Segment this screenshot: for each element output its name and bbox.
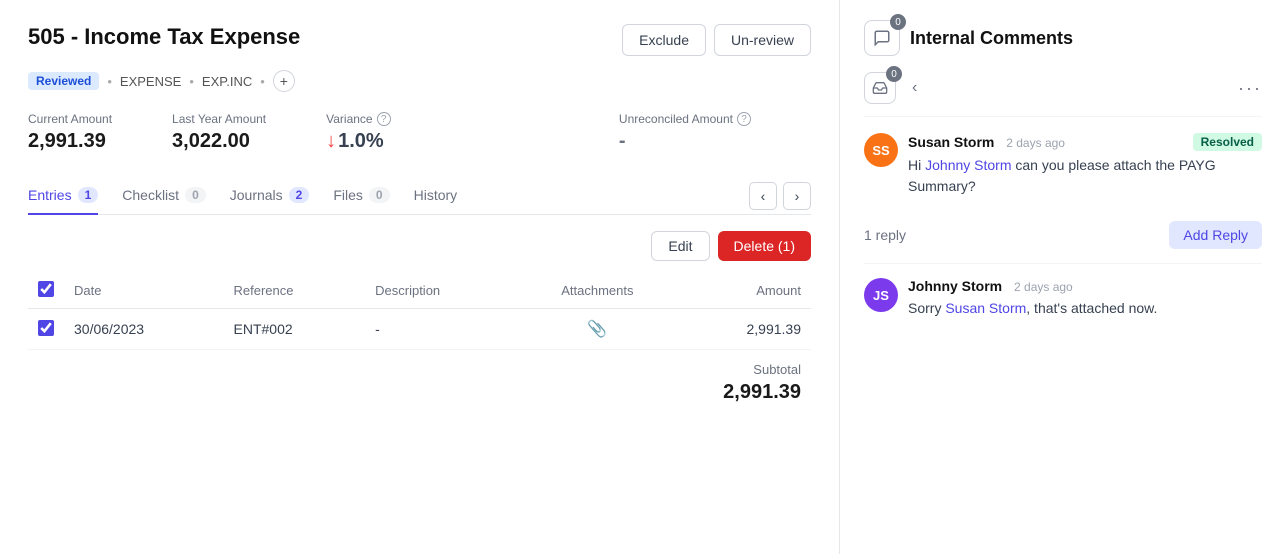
reply-count: 1 reply (864, 227, 906, 243)
comment-author-johnny: Johnny Storm (908, 278, 1002, 294)
tab-prev-button[interactable]: ‹ (749, 182, 777, 210)
date-col-header: Date (64, 273, 224, 309)
variance-value: 1.0% (338, 130, 384, 152)
divider (864, 263, 1262, 264)
stat-variance: Variance ? ↓1.0% (326, 112, 390, 153)
add-reply-button[interactable]: Add Reply (1169, 221, 1262, 249)
comment-body-primary: Susan Storm 2 days ago Resolved Hi Johnn… (908, 133, 1262, 197)
tabs-row: Entries 1 Checklist 0 Journals 2 Files 0… (28, 177, 811, 215)
inbox-icon-wrap: 0 (864, 72, 896, 104)
variance-info-icon: ? (377, 112, 391, 126)
stat-current-amount: Current Amount 2,991.39 (28, 112, 112, 153)
more-menu-button[interactable]: ··· (1238, 78, 1262, 99)
current-amount-value: 2,991.39 (28, 130, 112, 153)
stats-row: Current Amount 2,991.39 Last Year Amount… (28, 112, 811, 153)
avatar-johnny: JS (864, 278, 898, 312)
header-actions: Exclude Un-review (622, 24, 811, 56)
subtotal-value: 2,991.39 (723, 381, 801, 404)
tab-checklist[interactable]: Checklist 0 (122, 177, 205, 215)
reply-row: 1 reply Add Reply (864, 211, 1262, 263)
comment-text-primary: Hi Johnny Storm can you please attach th… (908, 155, 1262, 197)
meta-row: Reviewed • EXPENSE • EXP.INC • + (28, 70, 811, 92)
subtotal-section: Subtotal 2,991.39 (28, 350, 811, 404)
table-actions: Edit Delete (1) (28, 215, 811, 273)
tab-next-button[interactable]: › (783, 182, 811, 210)
comments-header: 0 Internal Comments (864, 20, 1262, 56)
tab-journals[interactable]: Journals 2 (230, 177, 310, 215)
last-year-label: Last Year Amount (172, 112, 266, 126)
subtotal-label: Subtotal (723, 362, 801, 377)
comment-author-susan: Susan Storm (908, 134, 994, 150)
internal-comments-title: Internal Comments (910, 28, 1073, 49)
tab-entries[interactable]: Entries 1 (28, 177, 98, 215)
edit-button[interactable]: Edit (651, 231, 709, 261)
exclude-button[interactable]: Exclude (622, 24, 706, 56)
comment-time-johnny: 2 days ago (1014, 280, 1073, 294)
current-amount-label: Current Amount (28, 112, 112, 126)
tab-files[interactable]: Files 0 (333, 177, 389, 215)
select-all-header (28, 273, 64, 309)
row-date: 30/06/2023 (64, 309, 224, 350)
description-col-header: Description (365, 273, 516, 309)
row-checkbox[interactable] (38, 320, 54, 336)
comment-text-reply: Sorry Susan Storm, that's attached now. (908, 298, 1262, 319)
comment-badge: 0 (890, 14, 906, 30)
page-title: 505 - Income Tax Expense (28, 24, 300, 50)
right-panel: 0 Internal Comments 0 ‹ ··· SS Susan Sto… (840, 0, 1286, 554)
delete-button[interactable]: Delete (1) (718, 231, 811, 261)
comment-item-primary: SS Susan Storm 2 days ago Resolved Hi Jo… (864, 133, 1262, 197)
unreconciled-info-icon: ? (737, 112, 751, 126)
inbox-badge: 0 (886, 66, 902, 82)
stat-unreconciled: Unreconciled Amount ? - (619, 112, 751, 153)
attachment-icon[interactable]: 📎 (587, 321, 607, 338)
reference-col-header: Reference (224, 273, 366, 309)
variance-label: Variance (326, 112, 372, 126)
reviewed-badge: Reviewed (28, 72, 99, 90)
row-description: - (365, 309, 516, 350)
comment-item-reply: JS Johnny Storm 2 days ago Sorry Susan S… (864, 278, 1262, 319)
last-year-value: 3,022.00 (172, 130, 266, 153)
meta-expinc: EXP.INC (202, 74, 252, 89)
meta-expense: EXPENSE (120, 74, 181, 89)
variance-arrow-icon: ↓ (326, 130, 336, 152)
row-attachment: 📎 (516, 309, 679, 350)
comments-toolbar: 0 ‹ ··· (864, 72, 1262, 117)
unreconciled-label: Unreconciled Amount (619, 112, 733, 126)
select-all-checkbox[interactable] (38, 281, 54, 297)
tab-history[interactable]: History (414, 177, 458, 215)
left-panel: 505 - Income Tax Expense Exclude Un-revi… (0, 0, 840, 554)
attachments-col-header: Attachments (516, 273, 679, 309)
comments-prev-button[interactable]: ‹ (906, 77, 923, 99)
row-checkbox-cell (28, 309, 64, 350)
stat-last-year: Last Year Amount 3,022.00 (172, 112, 266, 153)
tab-navigation: ‹ › (749, 182, 811, 210)
unreconciled-value: - (619, 130, 751, 153)
row-amount: 2,991.39 (679, 309, 811, 350)
comment-time-susan: 2 days ago (1006, 136, 1065, 150)
resolved-badge: Resolved (1193, 133, 1262, 151)
mention-johnny: Johnny Storm (925, 157, 1011, 173)
comment-meta-primary: Susan Storm 2 days ago Resolved (908, 133, 1262, 151)
comment-body-reply: Johnny Storm 2 days ago Sorry Susan Stor… (908, 278, 1262, 319)
comment-meta-reply: Johnny Storm 2 days ago (908, 278, 1262, 294)
comment-icon-wrap: 0 (864, 20, 900, 56)
unreview-button[interactable]: Un-review (714, 24, 811, 56)
entries-table: Date Reference Description Attachments A… (28, 273, 811, 350)
row-reference: ENT#002 (224, 309, 366, 350)
table-row: 30/06/2023 ENT#002 - 📎 2,991.39 (28, 309, 811, 350)
mention-susan: Susan Storm (945, 300, 1026, 316)
comment-thread: SS Susan Storm 2 days ago Resolved Hi Jo… (864, 133, 1262, 319)
avatar-susan: SS (864, 133, 898, 167)
add-meta-button[interactable]: + (273, 70, 295, 92)
amount-col-header: Amount (679, 273, 811, 309)
